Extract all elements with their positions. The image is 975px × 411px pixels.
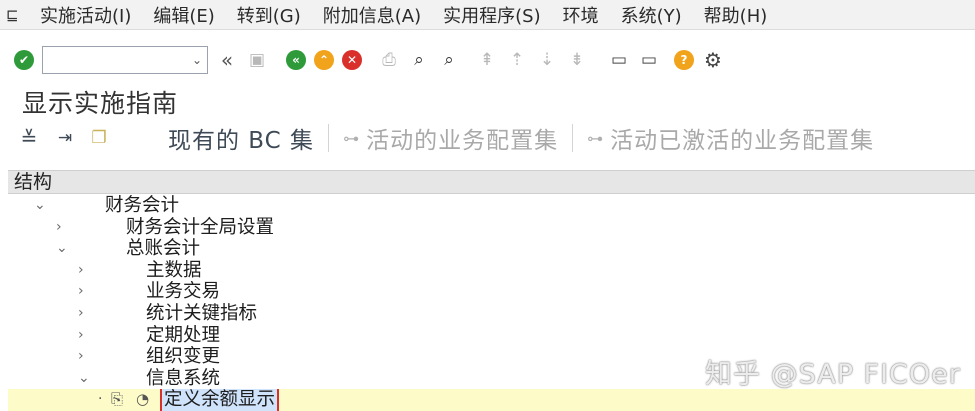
existing-bc-sets-label: 现有的 BC 集 <box>168 128 315 154</box>
tree-node[interactable]: › 财务会计全局设置 <box>8 217 975 239</box>
menu-extras[interactable]: 附加信息(A) <box>323 2 421 28</box>
help-icon[interactable]: ? <box>674 50 694 70</box>
tree-node[interactable]: ⌄ 总账会计 <box>8 238 975 260</box>
tree-node-label: 定期处理 <box>146 324 221 346</box>
tree-node-label: 信息系统 <box>146 367 221 389</box>
enter-icon[interactable]: ✔ <box>14 50 34 70</box>
tree-node-label: 总账会计 <box>126 238 201 260</box>
menu-edit[interactable]: 编辑(E) <box>153 2 214 28</box>
clipboard-icon[interactable]: ❐ <box>88 127 110 149</box>
cancel-icon[interactable]: ✕ <box>342 50 362 70</box>
tree-node[interactable]: › 定期处理 <box>8 325 975 347</box>
chevron-down-icon[interactable]: ⌄ <box>34 195 46 217</box>
back-icon[interactable]: « <box>286 50 306 70</box>
back-arrows-icon[interactable]: « <box>216 48 238 72</box>
tree-node-label: 统计关键指标 <box>146 302 258 324</box>
execute-icon[interactable]: ◔ <box>136 389 149 411</box>
find-icon[interactable]: ⌕ <box>408 49 430 71</box>
next-page-icon[interactable]: ⇣ <box>536 49 558 71</box>
bullet-icon: · <box>98 391 103 408</box>
tree-node-label: 主数据 <box>146 259 202 281</box>
chevron-right-icon[interactable]: › <box>78 303 84 325</box>
page-title: 显示实施指南 <box>22 89 179 118</box>
menu-bar: ⊑ 实施活动(I) 编辑(E) 转到(G) 附加信息(A) 实用程序(S) 环境… <box>0 0 975 30</box>
chevron-right-icon[interactable]: › <box>56 217 62 239</box>
tree-node-label: 定义余额显示 <box>160 389 280 411</box>
select-icon[interactable]: ⇥ <box>54 127 76 149</box>
prev-page-icon[interactable]: ⇡ <box>506 49 528 71</box>
tree-node-label: 组织变更 <box>146 346 221 368</box>
menu-environment[interactable]: 环境 <box>563 2 599 28</box>
chevron-down-icon[interactable]: ⌄ <box>56 238 68 260</box>
standard-toolbar: ✔ ⌄ « ▣ « ⌃ ✕ ⎙ ⌕ ⌕ ⇞ ⇡ ⇣ ⇟ ▭ ▭ ? ⚙ <box>0 31 975 89</box>
divider <box>328 124 330 152</box>
chevron-down-icon[interactable]: ⌄ <box>78 368 90 390</box>
menu-system[interactable]: 系统(Y) <box>621 2 682 28</box>
menu-goto[interactable]: 转到(G) <box>237 2 301 28</box>
chevron-right-icon[interactable]: › <box>78 260 84 282</box>
activated-bc-sets-label: 活动已激活的业务配置集 <box>610 128 875 154</box>
tree-node[interactable]: ⌄ 财务会计 <box>8 195 975 217</box>
watermark: 知乎 @SAP FICOer <box>705 359 961 390</box>
documentation-icon[interactable]: ⎘ <box>111 389 123 411</box>
first-page-icon[interactable]: ⇞ <box>476 49 498 71</box>
print-icon[interactable]: ⎙ <box>378 49 400 71</box>
application-toolbar: ≚ ⇥ ❐ 现有的 BC 集 ⊶ 活动的业务配置集 ⊶ 活动已激活的业务配置集 <box>0 118 975 158</box>
tree-node[interactable]: › 统计关键指标 <box>8 303 975 325</box>
shortcut-icon[interactable]: ▭ <box>638 49 660 71</box>
tree-node[interactable]: › 主数据 <box>8 260 975 282</box>
chevron-down-icon[interactable]: ⌄ <box>192 53 202 67</box>
active-bc-sets-label: 活动的业务配置集 <box>366 128 559 154</box>
tree-header: 结构 <box>8 170 975 194</box>
expand-all-icon[interactable]: ≚ <box>18 126 40 150</box>
system-menu-icon[interactable]: ⊑ <box>6 6 28 24</box>
save-icon[interactable]: ▣ <box>246 49 268 71</box>
menu-implementation-activity[interactable]: 实施活动(I) <box>40 2 131 28</box>
chevron-right-icon[interactable]: › <box>78 346 84 368</box>
tree-node-label: 财务会计 <box>105 195 180 216</box>
menu-utilities[interactable]: 实用程序(S) <box>443 2 540 28</box>
command-field[interactable]: ⌄ <box>42 46 208 74</box>
tree-node-label: 业务交易 <box>146 281 221 303</box>
existing-bc-sets-button[interactable]: 现有的 BC 集 <box>168 121 314 155</box>
create-session-icon[interactable]: ▭ <box>608 49 630 71</box>
active-bc-sets-button[interactable]: ⊶ 活动的业务配置集 <box>343 121 558 155</box>
tree-node-selected[interactable]: · ⎘ ◔ 定义余额显示 <box>8 389 975 411</box>
chevron-right-icon[interactable]: › <box>78 281 84 303</box>
divider <box>572 124 574 152</box>
chevron-right-icon[interactable]: › <box>78 325 84 347</box>
find-next-icon[interactable]: ⌕ <box>438 49 460 71</box>
menu-help[interactable]: 帮助(H) <box>704 2 768 28</box>
settings-icon[interactable]: ⚙ <box>702 48 724 72</box>
glasses-icon: ⊶ <box>343 128 361 148</box>
tree-node-label: 财务会计全局设置 <box>126 216 275 238</box>
last-page-icon[interactable]: ⇟ <box>566 49 588 71</box>
activated-bc-sets-button[interactable]: ⊶ 活动已激活的业务配置集 <box>587 121 874 155</box>
tree-node[interactable]: › 业务交易 <box>8 281 975 303</box>
glasses-icon: ⊶ <box>587 128 605 148</box>
exit-icon[interactable]: ⌃ <box>314 50 334 70</box>
